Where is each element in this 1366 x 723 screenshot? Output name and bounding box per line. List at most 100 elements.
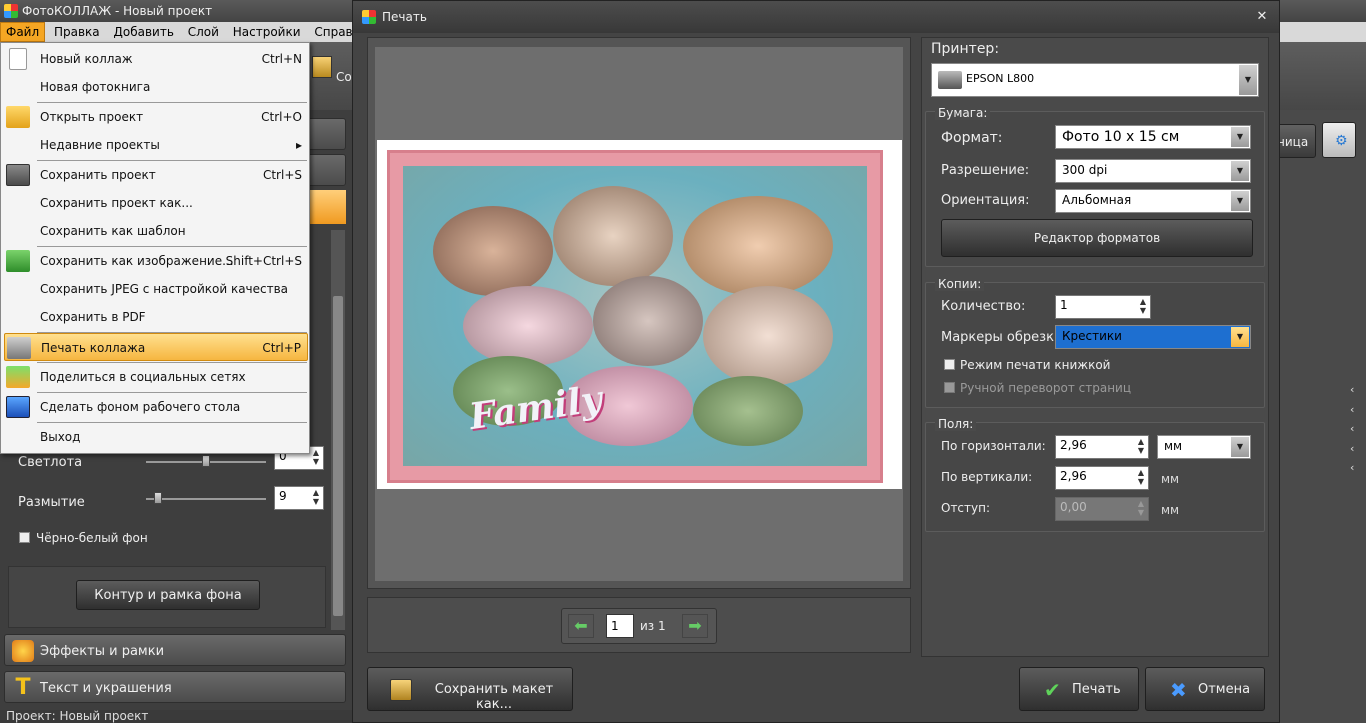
copies-count-spinbox[interactable]: 1 ▲ ▼ [1055, 295, 1151, 319]
crop-marks-label: Маркеры обрезки: [941, 330, 1067, 345]
bw-background-checkbox[interactable] [19, 532, 30, 543]
booklet-mode-label: Режим печати книжкой [960, 358, 1111, 372]
spin-arrows-icon[interactable]: ▲ ▼ [1136, 499, 1146, 517]
cancel-button[interactable]: ✖ Отмена [1145, 667, 1265, 711]
menu-item-recent-projects[interactable]: Недавние проекты ▸ [4, 131, 308, 159]
palette-icon [12, 640, 34, 662]
next-page-arrow-icon[interactable]: ➡ [682, 614, 708, 638]
page-count: из 1 [640, 619, 666, 633]
chevron-down-icon[interactable]: ▼ [1231, 437, 1249, 457]
collage-photo [593, 276, 703, 366]
printer-label: Принтер: [931, 41, 1000, 57]
menu-item-save-as[interactable]: Сохранить проект как... [4, 189, 308, 217]
save-layout-button[interactable]: Сохранить макет как... [367, 667, 573, 712]
monitor-icon [6, 396, 30, 418]
indent-units: мм [1161, 503, 1180, 517]
prev-page-arrow-icon[interactable]: ⬅ [568, 614, 594, 638]
checkmark-icon: ✔ [1044, 678, 1061, 702]
blur-label: Размытие [18, 495, 85, 510]
format-editor-button[interactable]: Редактор форматов [941, 219, 1253, 257]
menu-item-save-image[interactable]: Сохранить как изображение... Shift+Ctrl+S [4, 247, 308, 275]
page-settings-icon[interactable] [1322, 122, 1356, 158]
brightness-slider-thumb[interactable] [202, 455, 210, 467]
printer-icon [938, 71, 962, 89]
menu-layer[interactable]: Слой [183, 22, 224, 42]
blur-slider-thumb[interactable] [154, 492, 162, 504]
chevron-down-icon[interactable]: ▼ [1231, 191, 1249, 211]
indent-label: Отступ: [941, 501, 991, 515]
resolution-select[interactable]: 300 dpi ▼ [1055, 159, 1251, 183]
spin-arrows-icon[interactable]: ▲ ▼ [311, 488, 321, 506]
left-scrollbar[interactable] [331, 230, 345, 630]
app-logo-icon [4, 4, 18, 18]
horizontal-margin-label: По горизонтали: [941, 439, 1046, 453]
manual-flip-label: Ручной переворот страниц [960, 381, 1132, 395]
blur-slider-track[interactable] [146, 498, 266, 500]
print-dialog: Печать ✕ Family ⬅ 1 из 1 ➡ Сохранить мак… [352, 0, 1280, 723]
scrollbar-thumb[interactable] [333, 296, 343, 616]
printer-select[interactable]: EPSON L800 ▼ [931, 63, 1259, 97]
spin-arrows-icon[interactable]: ▲ ▼ [1138, 297, 1148, 315]
indent-spinbox[interactable]: 0,00 ▲ ▼ [1055, 497, 1149, 521]
orientation-label: Ориентация: [941, 193, 1030, 208]
blur-spinbox[interactable]: 9 ▲ ▼ [274, 486, 324, 510]
menu-item-share[interactable]: Поделиться в социальных сетях [4, 363, 308, 391]
menu-item-print-collage[interactable]: Печать коллажа Ctrl+P [4, 333, 308, 361]
bw-background-label: Чёрно-белый фон [36, 531, 148, 545]
cross-icon: ✖ [1170, 678, 1187, 702]
orientation-select[interactable]: Альбомная ▼ [1055, 189, 1251, 213]
chevron-down-icon[interactable]: ▼ [1231, 327, 1249, 347]
dialog-titlebar: Печать [353, 1, 1279, 33]
paper-section-title: Бумага: [935, 106, 991, 120]
menu-item-save-project[interactable]: Сохранить проект Ctrl+S [4, 161, 308, 189]
spin-arrows-icon[interactable]: ▲ ▼ [311, 448, 321, 466]
units-select[interactable]: мм ▼ [1157, 435, 1251, 459]
spin-arrows-icon[interactable]: ▲ ▼ [1136, 468, 1146, 486]
folder-icon [6, 106, 30, 128]
text-t-icon: T [15, 675, 31, 700]
chevron-down-icon[interactable]: ▼ [1239, 65, 1257, 95]
booklet-mode-checkbox[interactable] [944, 359, 955, 370]
menu-item-open-project[interactable]: Открыть проект Ctrl+O [4, 103, 308, 131]
menu-file[interactable]: Файл [0, 22, 46, 42]
format-select[interactable]: Фото 10 x 15 см ▼ [1055, 125, 1251, 149]
menu-item-exit[interactable]: Выход [4, 423, 308, 451]
menu-settings[interactable]: Настройки [228, 22, 306, 42]
brightness-label: Светлота [18, 455, 83, 470]
text-decorations-tab[interactable]: T Текст и украшения [4, 671, 346, 703]
spin-arrows-icon[interactable]: ▲ ▼ [1136, 437, 1146, 455]
vertical-margin-spinbox[interactable]: 2,96 ▲ ▼ [1055, 466, 1149, 490]
app-title: ФотоКОЛЛАЖ - Новый проект [22, 4, 213, 18]
menu-item-new-collage[interactable]: Новый коллаж Ctrl+N [4, 45, 308, 73]
collage-photo [463, 286, 593, 366]
print-button[interactable]: ✔ Печать [1019, 667, 1139, 711]
collage-photo [683, 196, 833, 296]
manual-flip-checkbox[interactable] [944, 382, 955, 393]
menu-item-save-template[interactable]: Сохранить как шаблон [4, 217, 308, 245]
save-icon [390, 679, 412, 701]
horizontal-margin-spinbox[interactable]: 2,96 ▲ ▼ [1055, 435, 1149, 459]
collage-photo [703, 286, 833, 386]
menu-item-set-wallpaper[interactable]: Сделать фоном рабочего стола [4, 393, 308, 421]
contour-frame-button[interactable]: Контур и рамка фона [76, 580, 260, 610]
effects-frames-tab[interactable]: Эффекты и рамки [4, 634, 346, 666]
menu-edit[interactable]: Правка [49, 22, 105, 42]
menu-item-save-pdf[interactable]: Сохранить в PDF [4, 303, 308, 331]
chevron-down-icon[interactable]: ▼ [1231, 127, 1249, 147]
menu-add[interactable]: Добавить [108, 22, 178, 42]
collapse-chevrons-icon[interactable]: ‹ ‹ ‹ ‹ ‹ [1350, 380, 1364, 478]
menu-item-new-photobook[interactable]: Новая фотокнига [4, 73, 308, 101]
margins-section-title: Поля: [935, 417, 977, 431]
resolution-label: Разрешение: [941, 163, 1030, 178]
submenu-arrow-icon: ▸ [295, 138, 302, 152]
chevron-down-icon[interactable]: ▼ [1231, 161, 1249, 181]
crop-marks-select[interactable]: Крестики ▼ [1055, 325, 1251, 349]
page-navigator: ⬅ 1 из 1 ➡ [561, 608, 717, 644]
menu-item-save-jpeg[interactable]: Сохранить JPEG с настройкой качества [4, 275, 308, 303]
save-project-icon[interactable] [312, 56, 332, 78]
printer-icon [7, 337, 31, 359]
close-icon[interactable]: ✕ [1253, 8, 1271, 26]
export-icon [6, 250, 30, 272]
vertical-units: мм [1161, 472, 1180, 486]
page-number-input[interactable]: 1 [606, 614, 634, 638]
